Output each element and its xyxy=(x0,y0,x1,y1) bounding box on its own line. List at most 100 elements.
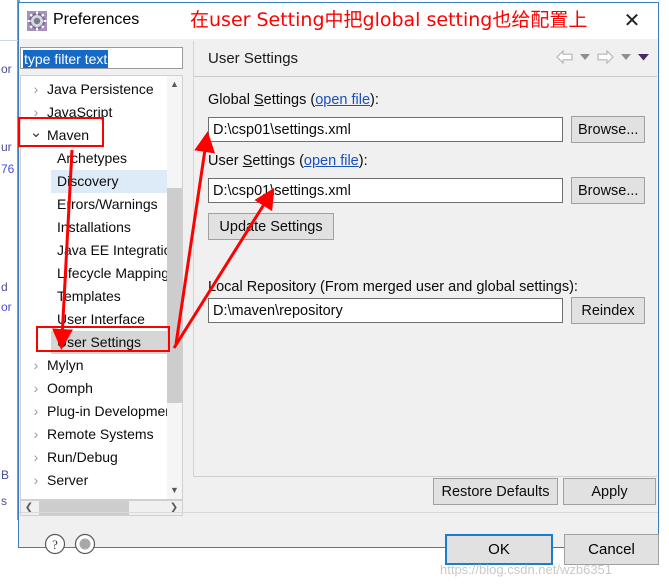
global-settings-label-end: ): xyxy=(370,92,379,108)
global-settings-input[interactable] xyxy=(208,117,563,142)
tree-vertical-scroll-thumb[interactable] xyxy=(167,188,182,403)
tree-item-templates[interactable]: Templates xyxy=(51,285,169,308)
tree-item-label: Archetypes xyxy=(57,150,128,166)
panel-header: User Settings xyxy=(194,41,657,77)
tree-item-installations[interactable]: Installations xyxy=(51,216,169,239)
question-mark-icon[interactable]: ? xyxy=(44,533,66,555)
tree-item-label: User Settings xyxy=(57,334,142,350)
user-settings-label-pre: User xyxy=(208,153,243,169)
restore-defaults-button[interactable]: Restore Defaults xyxy=(433,478,558,505)
tree-item-label: Java EE Integration xyxy=(57,242,180,258)
update-settings-button[interactable]: Update Settings xyxy=(208,213,334,240)
user-settings-label: User Settings (open file): xyxy=(208,153,368,169)
panel-separator xyxy=(193,476,657,477)
tree-item-run-debug[interactable]: › Run/Debug xyxy=(29,446,169,469)
tree-item-oomph[interactable]: › Oomph xyxy=(29,377,169,400)
tree-item-user-interface[interactable]: User Interface xyxy=(51,308,169,331)
chevron-right-icon[interactable]: › xyxy=(29,101,43,124)
bottom-edge xyxy=(0,578,669,586)
tree-item-label: Java Persistence xyxy=(47,81,154,97)
tree-item-mylyn[interactable]: › Mylyn xyxy=(29,354,169,377)
panel-nav-icons xyxy=(556,50,649,64)
local-repository-input[interactable] xyxy=(208,298,563,323)
dialog-separator xyxy=(19,512,658,513)
filter-input[interactable]: type filter text xyxy=(20,47,183,69)
user-settings-browse-button[interactable]: Browse... xyxy=(571,177,645,204)
settings-panel: User Settings Global Settings (open file… xyxy=(193,41,657,476)
ok-button[interactable]: OK xyxy=(445,534,553,565)
forward-dropdown-icon[interactable] xyxy=(621,53,631,61)
panel-title: User Settings xyxy=(208,50,299,67)
tree-item-lifecycle-mappings[interactable]: Lifecycle Mappings xyxy=(51,262,176,285)
tree-item-label: Templates xyxy=(57,288,121,304)
cancel-button[interactable]: Cancel xyxy=(564,534,659,565)
tree-item-label: Server xyxy=(47,472,89,488)
circle-icon[interactable] xyxy=(74,533,96,555)
background-text: d xyxy=(1,280,8,294)
svg-text:?: ? xyxy=(52,537,58,552)
scroll-up-icon[interactable]: ▲ xyxy=(167,76,182,93)
annotation-title-note: 在user Setting中把global setting也给配置上 xyxy=(190,9,588,31)
global-settings-label-pre: Global xyxy=(208,92,254,108)
view-menu-dropdown-icon[interactable] xyxy=(638,53,649,61)
background-text: s xyxy=(1,494,7,508)
filter-input-value: type filter text xyxy=(23,50,109,68)
chevron-right-icon[interactable]: › xyxy=(29,469,43,492)
back-dropdown-icon[interactable] xyxy=(580,53,590,61)
chevron-right-icon[interactable]: › xyxy=(29,446,43,469)
scroll-down-icon[interactable]: ▼ xyxy=(167,482,182,499)
global-settings-label-post: ettings ( xyxy=(263,92,316,108)
tree-item-label: Oomph xyxy=(47,380,93,396)
chevron-right-icon[interactable]: › xyxy=(29,400,43,423)
apply-button[interactable]: Apply xyxy=(563,478,656,505)
tree-item-label: JavaScript xyxy=(47,104,113,120)
background-text: or xyxy=(1,300,12,314)
user-settings-open-file-link[interactable]: open file xyxy=(304,153,359,169)
global-settings-open-file-link[interactable]: open file xyxy=(315,92,370,108)
tree-item-label: Plug-in Development xyxy=(47,403,177,419)
user-settings-label-accel: S xyxy=(242,153,253,169)
tree-item-java-persistence[interactable]: › Java Persistence xyxy=(29,78,169,101)
background-text: ur xyxy=(1,140,12,154)
tree-item-label: Mylyn xyxy=(47,357,84,373)
reindex-button[interactable]: Reindex xyxy=(571,297,645,324)
tree-item-label: Errors/Warnings xyxy=(57,196,158,212)
chevron-right-icon[interactable]: › xyxy=(29,423,43,446)
chevron-right-icon[interactable]: › xyxy=(29,377,43,400)
tree-horizontal-scrollbar[interactable]: ❮ ❯ xyxy=(20,500,183,516)
gear-icon xyxy=(27,11,47,31)
tree-item-label: Installations xyxy=(57,219,131,235)
user-settings-label-end: ): xyxy=(358,153,368,169)
tree-item-javascript[interactable]: › JavaScript xyxy=(29,101,169,124)
preferences-tree[interactable]: › Java Persistence › JavaScript ⌄ Maven Archet… xyxy=(20,75,183,500)
global-settings-browse-button[interactable]: Browse... xyxy=(571,116,645,143)
tree-item-java-ee-integration[interactable]: Java EE Integration xyxy=(51,239,179,262)
chevron-right-icon[interactable]: › xyxy=(29,354,43,377)
tree-item-plug-in-development[interactable]: › Plug-in Development xyxy=(29,400,177,423)
user-settings-input[interactable] xyxy=(208,178,563,203)
user-settings-label-post: ettings ( xyxy=(252,153,304,169)
tree-vertical-scrollbar[interactable]: ▲ ▼ xyxy=(167,76,182,499)
window-title: Preferences xyxy=(53,11,140,28)
tree-item-user-settings[interactable]: User Settings xyxy=(51,331,169,354)
watermark: https://blog.csdn.net/wzb6351 xyxy=(440,562,613,577)
tree-item-maven[interactable]: ⌄ Maven xyxy=(29,124,169,147)
back-arrow-icon[interactable] xyxy=(556,50,573,64)
chevron-right-icon[interactable]: › xyxy=(29,78,43,101)
tree-item-discovery[interactable]: Discovery xyxy=(51,170,169,193)
close-icon[interactable]: ✕ xyxy=(610,5,654,35)
background-text: B xyxy=(1,468,10,482)
preferences-dialog: Preferences ✕ type filter text › Java Per… xyxy=(18,2,659,565)
forward-arrow-icon[interactable] xyxy=(597,50,614,64)
tree-item-label: Maven xyxy=(47,127,90,143)
tree-item-label: Run/Debug xyxy=(47,449,118,465)
tree-item-server[interactable]: › Server xyxy=(29,469,169,492)
tree-item-label: Discovery xyxy=(57,173,119,189)
tree-item-errors-warnings[interactable]: Errors/Warnings xyxy=(51,193,169,216)
tree-item-remote-systems[interactable]: › Remote Systems xyxy=(29,423,169,446)
background-text: or xyxy=(1,62,12,76)
global-settings-label: Global Settings (open file): xyxy=(208,92,379,108)
chevron-down-icon[interactable]: ⌄ xyxy=(29,124,43,142)
tree-item-label: Lifecycle Mappings xyxy=(57,265,177,281)
tree-item-archetypes[interactable]: Archetypes xyxy=(51,147,169,170)
